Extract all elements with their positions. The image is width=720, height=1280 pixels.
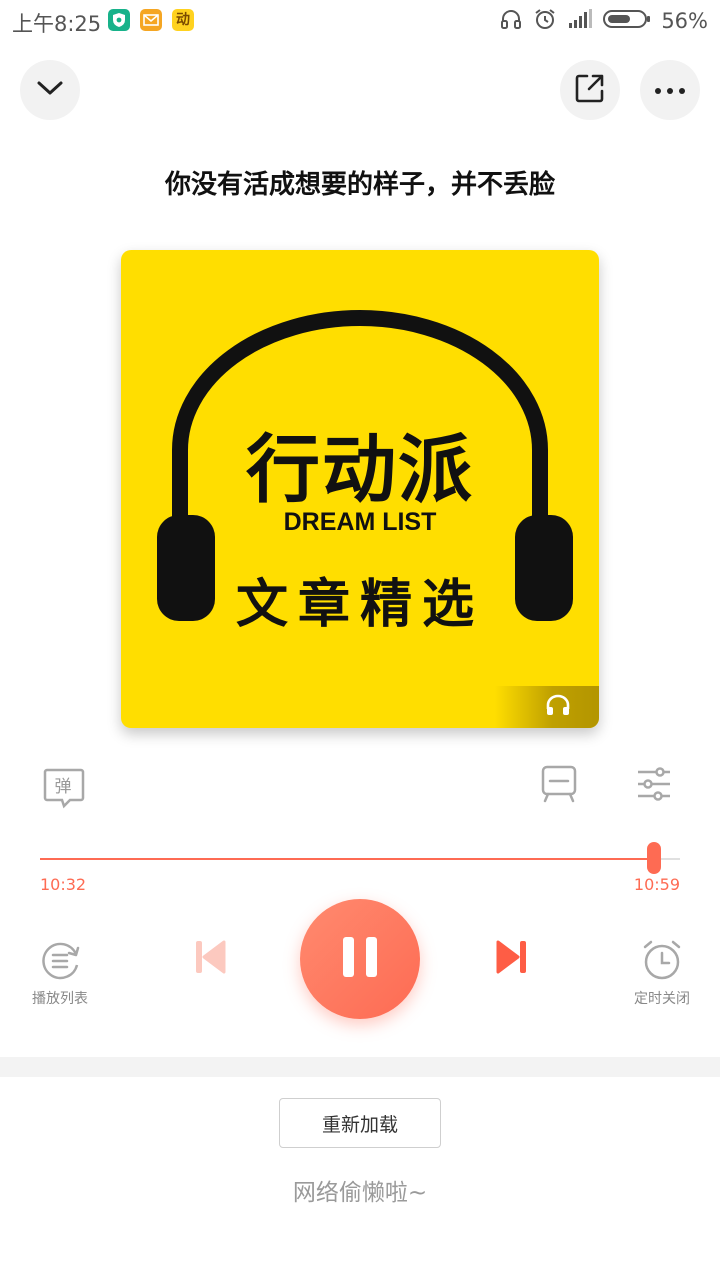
equalizer-button[interactable] <box>630 762 678 810</box>
next-button[interactable] <box>487 934 537 984</box>
pause-button[interactable] <box>300 899 420 1019</box>
skip-previous-icon <box>194 939 226 979</box>
headphone-status-icon <box>499 7 523 35</box>
section-divider <box>0 1057 720 1077</box>
dong-app-icon: 动 <box>172 9 194 31</box>
battery-icon <box>603 8 651 34</box>
equalizer-icon <box>634 764 674 808</box>
danmaku-button[interactable]: 弹 <box>40 764 88 812</box>
signal-icon <box>567 8 593 34</box>
playlist-button[interactable]: 播放列表 <box>22 940 98 1008</box>
share-button[interactable] <box>560 60 620 120</box>
network-error-message: 网络偷懒啦~ <box>292 1180 428 1206</box>
cover-subtitle-cn: 文章精选 <box>235 575 484 635</box>
mail-app-icon <box>140 9 162 31</box>
current-time: 10:32 <box>40 875 87 894</box>
vehicle-mode-button[interactable] <box>535 762 583 810</box>
progress-thumb[interactable] <box>647 842 662 874</box>
status-right-icons: 56% <box>499 6 708 36</box>
pause-icon <box>340 935 380 983</box>
headphone-badge-icon <box>545 694 571 720</box>
status-time: 上午8:25 <box>12 12 102 36</box>
more-icon <box>653 81 687 100</box>
skip-next-icon <box>496 939 528 979</box>
shield-app-icon <box>108 9 130 31</box>
cover-badge <box>495 686 599 728</box>
status-bar: 上午8:25 动 56% <box>0 0 720 42</box>
chevron-down-icon <box>35 78 65 102</box>
cover-subtitle-en: DREAM LIST <box>283 508 437 536</box>
previous-button[interactable] <box>185 934 235 984</box>
alarm-clock-icon <box>640 938 684 986</box>
battery-text: 56% <box>661 9 708 33</box>
sleep-timer-label: 定时关闭 <box>634 991 690 1007</box>
progress-track[interactable] <box>40 842 680 874</box>
track-title: 你没有活成想要的样子，并不丢脸 <box>164 170 555 200</box>
album-cover[interactable]: 行动派 DREAM LIST 文章精选 <box>121 250 599 728</box>
car-icon <box>539 764 579 808</box>
danmaku-label: 弹 <box>54 777 72 797</box>
alarm-status-icon <box>533 7 557 35</box>
sleep-timer-button[interactable]: 定时关闭 <box>624 938 700 1008</box>
total-time: 10:59 <box>633 875 680 894</box>
reload-button[interactable]: 重新加载 <box>279 1098 441 1148</box>
more-button[interactable] <box>640 60 700 120</box>
cover-title: 行动派 <box>246 427 474 513</box>
playlist-label: 播放列表 <box>32 991 88 1007</box>
playlist-icon <box>38 940 82 986</box>
collapse-button[interactable] <box>20 60 80 120</box>
progress-fill <box>40 858 655 860</box>
share-icon <box>573 71 607 109</box>
